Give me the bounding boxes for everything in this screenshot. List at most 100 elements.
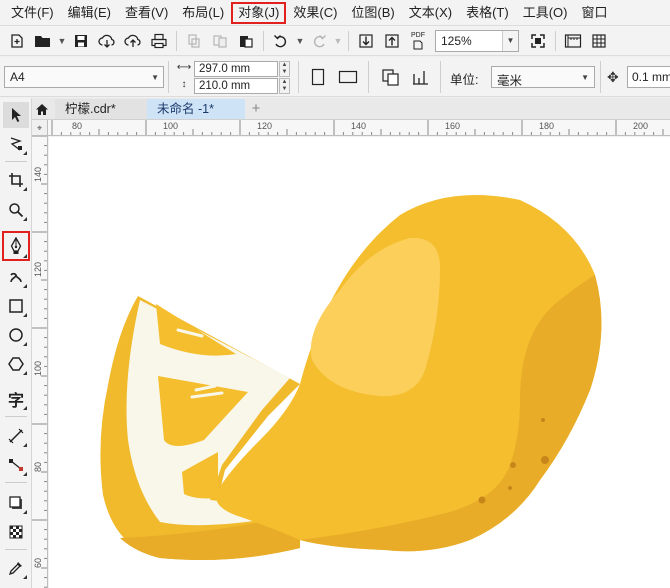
save-icon[interactable] bbox=[68, 28, 94, 54]
artistic-media-tool-icon[interactable] bbox=[3, 264, 29, 290]
eyedropper-tool-icon[interactable] bbox=[3, 555, 29, 581]
nudge-distance-icon: ✥ bbox=[607, 69, 619, 85]
paste-icon[interactable] bbox=[233, 28, 259, 54]
ruler-label: 120 bbox=[33, 261, 43, 277]
property-bar: A4 ▼ ⟷ 297.0 mm ▲ ▼ ↕ 210.0 mm ▲ ▼ 单位: 毫米 … bbox=[0, 57, 670, 97]
undo-dropdown-icon[interactable]: ▼ bbox=[294, 28, 306, 54]
all-pages-icon[interactable] bbox=[379, 66, 403, 88]
standard-toolbar: ▼ ▼ ▼ PDF 125% ▼ bbox=[0, 26, 670, 56]
zoom-level-select[interactable]: 125% ▼ bbox=[435, 29, 519, 52]
page-height-input[interactable]: 210.0 mm bbox=[194, 78, 278, 94]
menu-table[interactable]: 表格(T) bbox=[459, 2, 516, 24]
zoom-level-value: 125% bbox=[441, 33, 472, 48]
transparency-tool-icon[interactable] bbox=[3, 519, 29, 545]
chevron-down-icon[interactable]: ▼ bbox=[151, 73, 159, 82]
page-size-value: A4 bbox=[10, 70, 25, 84]
zoom-tool-icon[interactable] bbox=[3, 197, 29, 223]
lemon-pore bbox=[541, 418, 545, 422]
height-spinner[interactable]: ▲ ▼ bbox=[279, 78, 290, 94]
chevron-down-icon[interactable]: ▼ bbox=[581, 73, 589, 82]
ruler-origin-icon[interactable]: ⌖ bbox=[32, 120, 48, 136]
page-width-field: ⟷ 297.0 mm ▲ ▼ bbox=[176, 61, 291, 77]
document-tab-bar: 柠檬.cdr* 未命名 -1* + bbox=[32, 98, 670, 120]
menu-file[interactable]: 文件(F) bbox=[4, 2, 61, 24]
tab-untitled-1[interactable]: 未命名 -1* bbox=[147, 99, 245, 119]
menu-text[interactable]: 文本(X) bbox=[402, 2, 459, 24]
toolbar-separator bbox=[348, 30, 349, 51]
ruler-label: 120 bbox=[257, 121, 273, 131]
menu-window[interactable]: 窗口 bbox=[574, 2, 614, 24]
ruler-label: 180 bbox=[539, 121, 555, 131]
toolbar-separator bbox=[263, 30, 264, 51]
ruler-label: 140 bbox=[33, 166, 43, 182]
current-page-icon[interactable] bbox=[409, 66, 433, 88]
toolbox: 字 bbox=[0, 98, 32, 588]
text-tool-icon[interactable]: 字 bbox=[3, 386, 29, 412]
landscape-orientation-icon[interactable] bbox=[336, 66, 360, 88]
ruler-label: 100 bbox=[163, 121, 179, 131]
lemon-pore bbox=[510, 462, 516, 468]
import-icon[interactable] bbox=[353, 28, 379, 54]
add-tab-icon[interactable]: + bbox=[247, 99, 265, 119]
home-icon[interactable] bbox=[32, 98, 52, 120]
cloud-download-icon[interactable] bbox=[94, 28, 120, 54]
units-select[interactable]: 毫米 ▼ bbox=[491, 66, 595, 88]
rectangle-tool-icon[interactable] bbox=[3, 293, 29, 319]
ellipse-tool-icon[interactable] bbox=[3, 322, 29, 348]
menu-bar: 文件(F) 编辑(E) 查看(V) 布局(L) 对象(J) 效果(C) 位图(B… bbox=[0, 0, 670, 26]
ruler-label: 200 bbox=[633, 121, 649, 131]
cloud-upload-icon[interactable] bbox=[120, 28, 146, 54]
menu-bitmaps[interactable]: 位图(B) bbox=[344, 2, 401, 24]
copy-icon[interactable] bbox=[207, 28, 233, 54]
redo-icon[interactable] bbox=[306, 28, 332, 54]
menu-tools[interactable]: 工具(O) bbox=[516, 2, 575, 24]
propbar-separator bbox=[298, 61, 299, 93]
show-grid-icon[interactable] bbox=[586, 28, 612, 54]
height-icon: ↕ bbox=[181, 79, 187, 90]
lemon-pore bbox=[508, 486, 512, 490]
portrait-orientation-icon[interactable] bbox=[306, 66, 330, 88]
ruler-label: 80 bbox=[33, 461, 43, 472]
menu-view[interactable]: 查看(V) bbox=[118, 2, 175, 24]
parallel-dimension-tool-icon[interactable] bbox=[3, 423, 29, 449]
nudge-distance-input[interactable]: 0.1 mm bbox=[627, 66, 670, 88]
width-spinner[interactable]: ▲ ▼ bbox=[279, 61, 290, 77]
pen-tool-icon[interactable] bbox=[2, 231, 30, 261]
units-value: 毫米 bbox=[497, 74, 523, 88]
open-dropdown-icon[interactable]: ▼ bbox=[56, 28, 68, 54]
lemon-highlight bbox=[310, 237, 440, 397]
toolbox-separator bbox=[5, 549, 27, 550]
menu-object[interactable]: 对象(J) bbox=[231, 1, 287, 24]
lemon-artwork[interactable] bbox=[49, 137, 670, 588]
print-icon[interactable] bbox=[146, 28, 172, 54]
shape-tool-icon[interactable] bbox=[3, 131, 29, 157]
horizontal-ruler[interactable]: 80 100 120 140 160 180 200 bbox=[48, 120, 670, 136]
new-document-icon[interactable] bbox=[4, 28, 30, 54]
ruler-label: 60 bbox=[33, 557, 43, 568]
vertical-ruler[interactable]: 140 120 100 80 60 bbox=[32, 136, 48, 588]
undo-icon[interactable] bbox=[268, 28, 294, 54]
propbar-separator bbox=[440, 61, 441, 93]
full-screen-icon[interactable] bbox=[525, 28, 551, 54]
redo-dropdown-icon[interactable]: ▼ bbox=[332, 28, 344, 54]
show-rulers-icon[interactable] bbox=[560, 28, 586, 54]
drawing-canvas[interactable] bbox=[49, 137, 670, 588]
pick-tool-icon[interactable] bbox=[3, 102, 29, 128]
menu-layout[interactable]: 布局(L) bbox=[175, 2, 231, 24]
menu-edit[interactable]: 编辑(E) bbox=[61, 2, 118, 24]
ruler-label: 160 bbox=[445, 121, 461, 131]
open-folder-icon[interactable] bbox=[30, 28, 56, 54]
page-size-select[interactable]: A4 ▼ bbox=[4, 66, 164, 88]
page-width-input[interactable]: 297.0 mm bbox=[194, 61, 278, 77]
propbar-separator bbox=[168, 61, 169, 93]
polygon-tool-icon[interactable] bbox=[3, 351, 29, 377]
toolbox-separator bbox=[5, 161, 27, 162]
drop-shadow-tool-icon[interactable] bbox=[3, 490, 29, 516]
export-icon[interactable] bbox=[379, 28, 405, 54]
crop-tool-icon[interactable] bbox=[3, 167, 29, 193]
connector-tool-icon[interactable] bbox=[3, 452, 29, 478]
chevron-down-icon[interactable]: ▼ bbox=[502, 30, 518, 51]
menu-effects[interactable]: 效果(C) bbox=[286, 2, 344, 24]
publish-pdf-icon[interactable]: PDF bbox=[405, 28, 431, 54]
cut-icon[interactable] bbox=[181, 28, 207, 54]
